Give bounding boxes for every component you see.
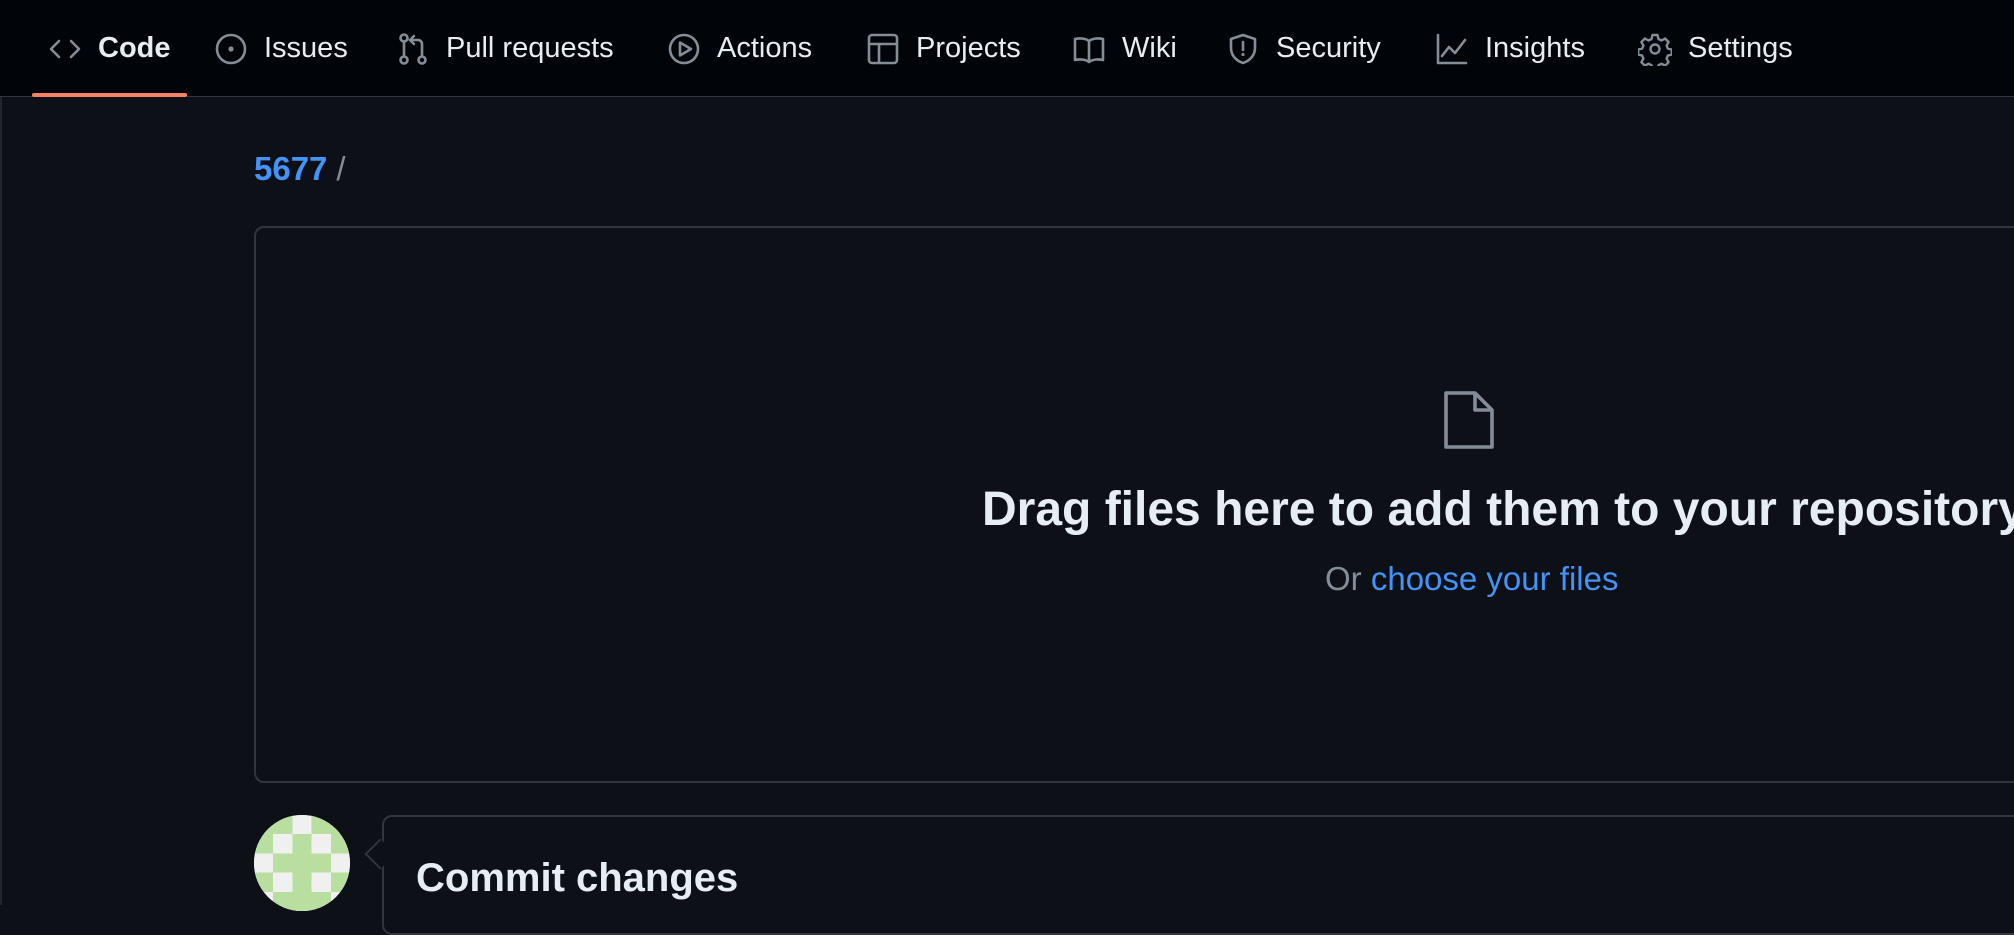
drop-zone-or-text: Or (1325, 560, 1362, 597)
tab-wiki-label: Wiki (1122, 32, 1177, 64)
tab-insights[interactable]: Insights (1435, 0, 1585, 97)
play-icon (667, 32, 701, 66)
git-pull-request-icon (396, 32, 430, 66)
issue-opened-icon (214, 32, 248, 66)
tab-insights-label: Insights (1485, 32, 1585, 64)
tab-issues-label: Issues (264, 32, 348, 64)
code-icon (48, 32, 82, 66)
commit-changes-heading: Commit changes (416, 856, 739, 900)
tab-issues[interactable]: Issues (214, 0, 348, 97)
breadcrumb: 5677 / (254, 150, 346, 188)
tab-projects[interactable]: Projects (866, 0, 1021, 97)
shield-icon (1226, 32, 1260, 66)
tab-pull-requests[interactable]: Pull requests (396, 0, 614, 97)
tab-settings[interactable]: Settings (1638, 0, 1793, 97)
drop-zone-title: Drag files here to add them to your repo… (982, 483, 2014, 536)
left-border (0, 97, 2, 905)
tab-projects-label: Projects (916, 32, 1021, 64)
drop-zone-subtitle: Or choose your files (1325, 560, 1618, 598)
tab-security-label: Security (1276, 32, 1381, 64)
breadcrumb-repo-link[interactable]: 5677 (254, 150, 327, 188)
tab-wiki[interactable]: Wiki (1072, 0, 1177, 97)
breadcrumb-separator: / (336, 150, 346, 187)
table-icon (866, 32, 900, 66)
tab-security[interactable]: Security (1226, 0, 1381, 97)
tab-actions-label: Actions (717, 32, 813, 64)
tab-code[interactable]: Code (32, 0, 186, 97)
tab-pull-requests-label: Pull requests (446, 32, 614, 64)
tab-code-label: Code (98, 32, 171, 64)
tab-settings-label: Settings (1688, 32, 1793, 64)
book-icon (1072, 32, 1106, 66)
tab-actions[interactable]: Actions (667, 0, 812, 97)
avatar (254, 815, 350, 911)
graph-icon (1435, 32, 1469, 66)
gear-icon (1638, 32, 1672, 66)
file-icon (1441, 388, 1497, 452)
repo-nav: Code Issues Pull requests Actions Projec… (0, 0, 2014, 97)
choose-files-link[interactable]: choose your files (1371, 560, 1619, 597)
